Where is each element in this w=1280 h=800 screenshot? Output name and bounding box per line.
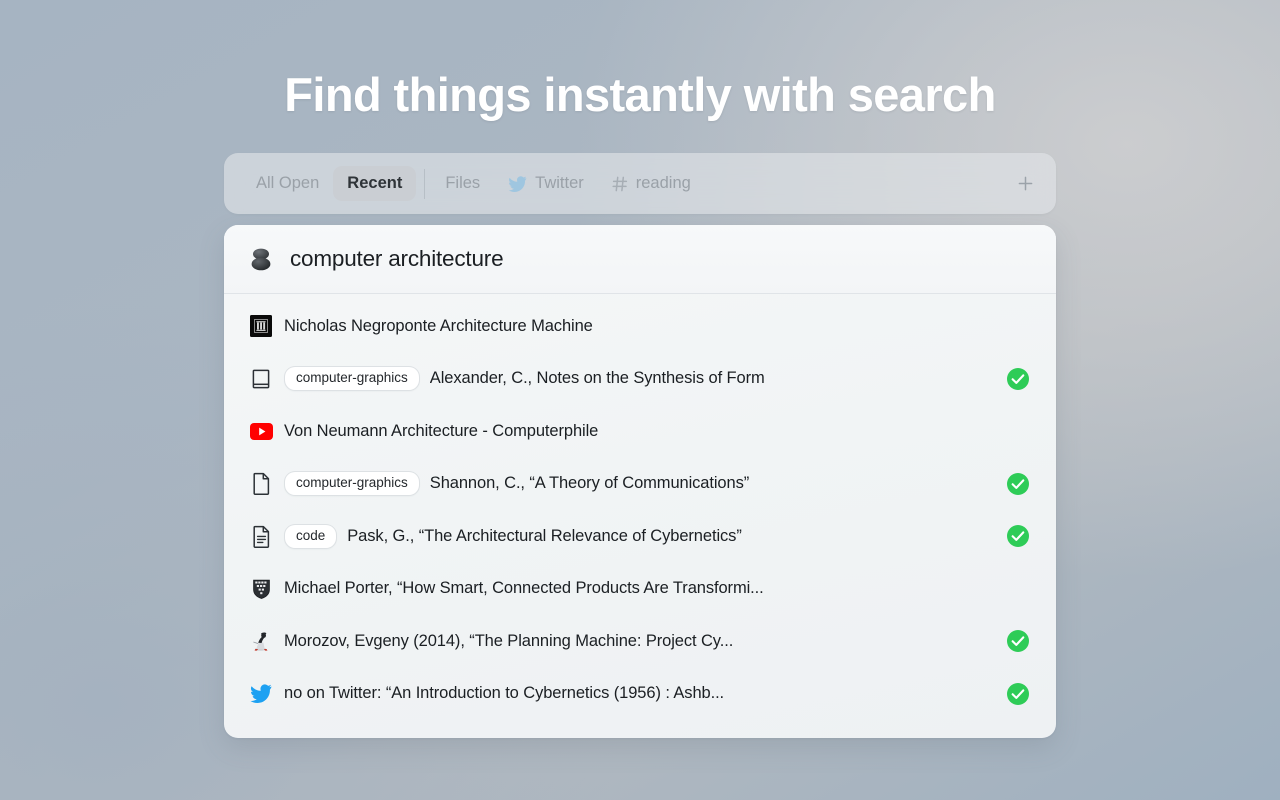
result-row-tag[interactable]: code <box>284 523 338 549</box>
hash-icon <box>612 176 627 191</box>
result-row-icon <box>248 418 274 444</box>
twitter-icon <box>250 684 272 704</box>
result-row[interactable]: Von Neumann Architecture - Computerphile <box>224 405 1056 458</box>
tab-label: Twitter <box>535 174 584 192</box>
result-row-tag[interactable]: computer-graphics <box>284 471 420 497</box>
result-row-title: Pask, G., “The Architectural Relevance o… <box>347 526 742 545</box>
result-row[interactable]: code Pask, G., “The Architectural Relevan… <box>224 510 1056 563</box>
harvard-shield-icon <box>252 579 270 599</box>
result-row-title: Shannon, C., “A Theory of Communications… <box>429 474 750 493</box>
result-row[interactable]: Nicholas Negroponte Architecture Machine <box>224 300 1056 353</box>
page-title: Find things instantly with search <box>284 68 996 121</box>
tab-label: reading <box>635 174 691 192</box>
result-row[interactable]: no on Twitter: “An Introduction to Cyber… <box>224 668 1056 721</box>
tab-recent[interactable]: Recent <box>333 166 417 201</box>
tab-bar: All Open Recent Files Twitter reading <box>224 153 1056 214</box>
result-row-title: Von Neumann Architecture - Computerphile <box>284 421 599 440</box>
result-row-icon <box>248 471 274 497</box>
result-row-icon <box>248 681 274 707</box>
tab-label: Recent <box>347 174 403 192</box>
status-badge-checked[interactable] <box>1006 524 1030 548</box>
result-row-icon <box>248 366 274 392</box>
status-badge-checked[interactable] <box>1006 367 1030 391</box>
new-yorker-icon <box>253 632 268 651</box>
tab-label: All Open <box>256 174 320 192</box>
results-list: Nicholas Negroponte Architecture Machine… <box>224 294 1056 720</box>
result-row-title: Nicholas Negroponte Architecture Machine <box>284 316 593 335</box>
tab-reading[interactable]: reading <box>598 166 705 201</box>
result-row-icon <box>248 576 274 602</box>
tab-divider <box>424 168 426 199</box>
result-row-tag[interactable]: computer-graphics <box>284 366 420 392</box>
twitter-icon <box>508 175 527 192</box>
tab-files[interactable]: Files <box>431 166 494 201</box>
result-row-icon <box>248 313 274 339</box>
status-badge-checked[interactable] <box>1006 472 1030 496</box>
book-icon <box>252 369 270 389</box>
mit-press-building-icon <box>250 315 272 338</box>
youtube-icon <box>249 422 273 440</box>
result-row[interactable]: Michael Porter, “How Smart, Connected Pr… <box>224 563 1056 616</box>
result-row[interactable]: Morozov, Evgeny (2014), “The Planning Ma… <box>224 615 1056 668</box>
result-row-title: Michael Porter, “How Smart, Connected Pr… <box>284 579 764 598</box>
document-lines-icon <box>252 525 269 548</box>
tab-label: Files <box>445 174 481 192</box>
result-row[interactable]: computer-graphics Alexander, C., Notes on… <box>224 353 1056 406</box>
status-badge-checked[interactable] <box>1006 629 1030 653</box>
card-header: computer architecture <box>224 225 1056 294</box>
results-card: computer architecture Nicholas Negropont… <box>224 225 1056 738</box>
tab-twitter[interactable]: Twitter <box>494 166 598 201</box>
card-title: computer architecture <box>290 246 504 271</box>
result-row[interactable]: computer-graphics Shannon, C., “A Theory … <box>224 458 1056 511</box>
result-row-icon <box>248 523 274 549</box>
add-tab-button[interactable] <box>1008 167 1042 201</box>
status-badge-checked[interactable] <box>1006 682 1030 706</box>
result-row-icon <box>248 628 274 654</box>
result-row-title: Morozov, Evgeny (2014), “The Planning Ma… <box>284 631 734 650</box>
tab-all-open[interactable]: All Open <box>242 166 333 201</box>
plus-icon <box>1018 176 1032 191</box>
result-row-title: Alexander, C., Notes on the Synthesis of… <box>429 369 765 388</box>
file-icon <box>252 473 269 496</box>
app-root: Find things instantly with search All Op… <box>0 0 1280 800</box>
result-row-title: no on Twitter: “An Introduction to Cyber… <box>284 684 725 703</box>
stack-icon <box>251 248 271 271</box>
